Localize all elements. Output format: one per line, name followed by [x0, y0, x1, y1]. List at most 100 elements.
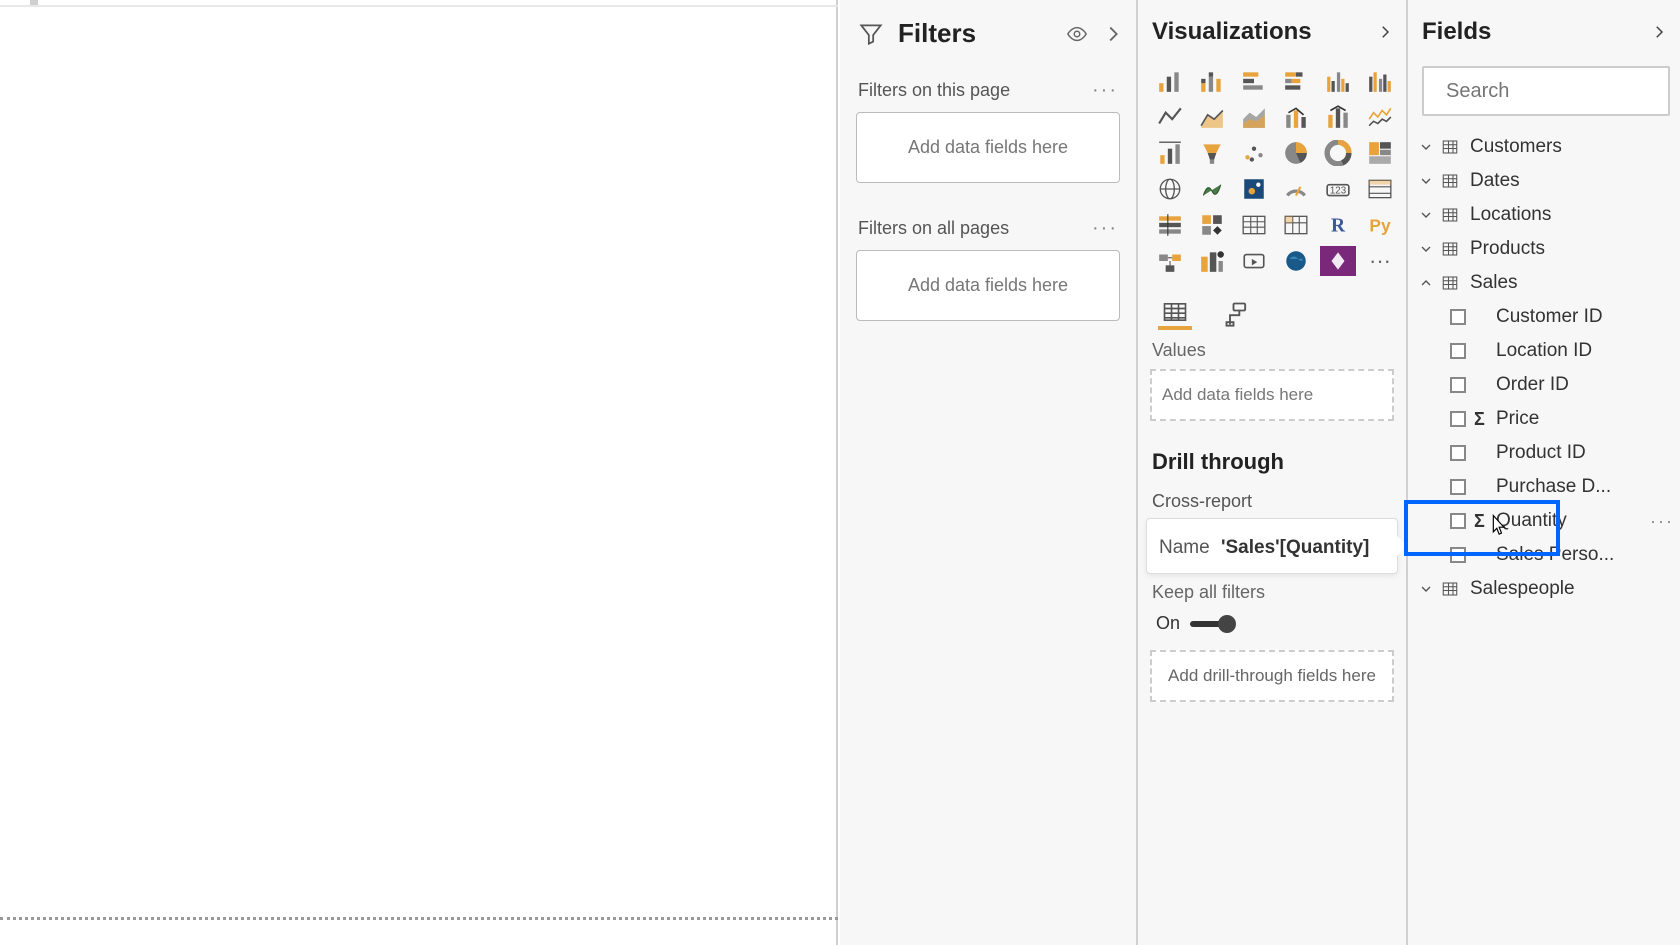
drill-dropzone[interactable]: Add drill-through fields here: [1150, 650, 1394, 702]
field-checkbox[interactable]: [1450, 309, 1466, 325]
viz-type-7[interactable]: [1194, 102, 1230, 132]
viz-more-icon[interactable]: ···: [1362, 246, 1398, 276]
viz-type-17[interactable]: [1362, 138, 1398, 168]
fields-header: Fields: [1408, 18, 1680, 66]
field-checkbox[interactable]: [1450, 547, 1466, 563]
field-checkbox[interactable]: [1450, 445, 1466, 461]
field-product-id[interactable]: ΣProduct ID: [1408, 436, 1680, 470]
filters-page-dropzone[interactable]: Add data fields here: [856, 112, 1120, 183]
toggle-state-label: On: [1156, 613, 1180, 634]
table-salespeople[interactable]: Salespeople: [1408, 572, 1680, 606]
viz-type-12[interactable]: [1152, 138, 1188, 168]
fields-search[interactable]: [1422, 66, 1670, 116]
more-icon[interactable]: ···: [1092, 217, 1118, 240]
values-dropzone[interactable]: Add data fields here: [1150, 369, 1394, 421]
chevron-right-icon[interactable]: [1376, 23, 1394, 41]
viz-type-33[interactable]: [1278, 246, 1314, 276]
viz-type-27[interactable]: [1278, 210, 1314, 240]
keep-filters-toggle[interactable]: [1190, 621, 1232, 627]
more-icon[interactable]: ···: [1650, 511, 1674, 532]
drag-tooltip: Name 'Sales'[Quantity]: [1146, 518, 1398, 574]
svg-text:R: R: [1331, 216, 1346, 237]
format-tab[interactable]: [1220, 298, 1254, 330]
viz-type-1[interactable]: [1194, 66, 1230, 96]
viz-type-20[interactable]: [1236, 174, 1272, 204]
viz-type-25[interactable]: [1194, 210, 1230, 240]
viz-type-13[interactable]: [1194, 138, 1230, 168]
fields-tab[interactable]: [1158, 298, 1192, 330]
viz-type-22[interactable]: 123: [1320, 174, 1356, 204]
viz-type-14[interactable]: [1236, 138, 1272, 168]
field-checkbox[interactable]: [1450, 411, 1466, 427]
field-purchase-d-[interactable]: ΣPurchase D...: [1408, 470, 1680, 504]
filter-icon: [858, 21, 884, 47]
viz-type-16[interactable]: [1320, 138, 1356, 168]
viz-type-6[interactable]: [1152, 102, 1188, 132]
cross-report-label: Cross-report: [1138, 485, 1406, 518]
chevron-right-icon[interactable]: [1650, 23, 1668, 41]
viz-type-9[interactable]: [1278, 102, 1314, 132]
canvas-top-border: [0, 5, 838, 7]
filters-panel: Filters Filters on this page ··· Add dat…: [840, 0, 1138, 945]
viz-type-10[interactable]: [1320, 102, 1356, 132]
report-canvas[interactable]: [0, 0, 838, 945]
table-sales[interactable]: Sales: [1408, 266, 1680, 300]
table-products[interactable]: Products: [1408, 232, 1680, 266]
viz-type-11[interactable]: [1362, 102, 1398, 132]
viz-type-powerapps[interactable]: [1320, 246, 1356, 276]
field-checkbox[interactable]: [1450, 479, 1466, 495]
chevron-right-icon[interactable]: [1102, 23, 1124, 45]
keep-filters-toggle-row: On: [1138, 613, 1406, 646]
field-name-label: Location ID: [1496, 340, 1592, 362]
fields-panel: Fields Customers Dates Locations Products Sa…: [1408, 0, 1680, 945]
keep-filters-label: Keep all filters: [1138, 578, 1406, 613]
more-icon[interactable]: ···: [1092, 79, 1118, 102]
viz-type-30[interactable]: [1152, 246, 1188, 276]
field-price[interactable]: ΣPrice: [1408, 402, 1680, 436]
viz-type-18[interactable]: [1152, 174, 1188, 204]
drill-through-title: Drill through: [1138, 435, 1406, 485]
table-name-label: Locations: [1470, 204, 1551, 226]
viz-type-32[interactable]: [1236, 246, 1272, 276]
tooltip-value: 'Sales'[Quantity]: [1221, 537, 1369, 558]
field-name-label: Customer ID: [1496, 306, 1603, 328]
viz-type-4[interactable]: [1320, 66, 1356, 96]
viz-type-2[interactable]: [1236, 66, 1272, 96]
viz-type-3[interactable]: [1278, 66, 1314, 96]
field-sales-perso-[interactable]: ΣSales Perso...: [1408, 538, 1680, 572]
viz-type-23[interactable]: [1362, 174, 1398, 204]
field-checkbox[interactable]: [1450, 513, 1466, 529]
field-checkbox[interactable]: [1450, 343, 1466, 359]
table-dates[interactable]: Dates: [1408, 164, 1680, 198]
table-name-label: Customers: [1470, 136, 1562, 158]
viz-type-5[interactable]: [1362, 66, 1398, 96]
filters-all-dropzone[interactable]: Add data fields here: [856, 250, 1120, 321]
field-customer-id[interactable]: ΣCustomer ID: [1408, 300, 1680, 334]
viz-type-21[interactable]: [1278, 174, 1314, 204]
table-name-label: Products: [1470, 238, 1545, 260]
viz-type-28[interactable]: R: [1320, 210, 1356, 240]
field-quantity[interactable]: ΣQuantity···: [1408, 504, 1680, 538]
eye-icon[interactable]: [1066, 23, 1088, 45]
field-name-label: Quantity: [1496, 510, 1567, 532]
field-order-id[interactable]: ΣOrder ID: [1408, 368, 1680, 402]
viz-type-19[interactable]: [1194, 174, 1230, 204]
search-input[interactable]: [1446, 80, 1680, 103]
table-name-label: Dates: [1470, 170, 1520, 192]
field-checkbox[interactable]: [1450, 377, 1466, 393]
table-icon: [1440, 580, 1460, 598]
table-icon: [1440, 138, 1460, 156]
viz-type-15[interactable]: [1278, 138, 1314, 168]
viz-type-31[interactable]: [1194, 246, 1230, 276]
viz-type-26[interactable]: [1236, 210, 1272, 240]
table-locations[interactable]: Locations: [1408, 198, 1680, 232]
toggle-knob: [1218, 615, 1236, 633]
table-customers[interactable]: Customers: [1408, 130, 1680, 164]
viz-type-29[interactable]: Py: [1362, 210, 1398, 240]
field-location-id[interactable]: ΣLocation ID: [1408, 334, 1680, 368]
viz-header: Visualizations: [1138, 18, 1406, 62]
viz-type-24[interactable]: [1152, 210, 1188, 240]
viz-type-0[interactable]: [1152, 66, 1188, 96]
table-icon: [1440, 274, 1460, 292]
viz-type-8[interactable]: [1236, 102, 1272, 132]
